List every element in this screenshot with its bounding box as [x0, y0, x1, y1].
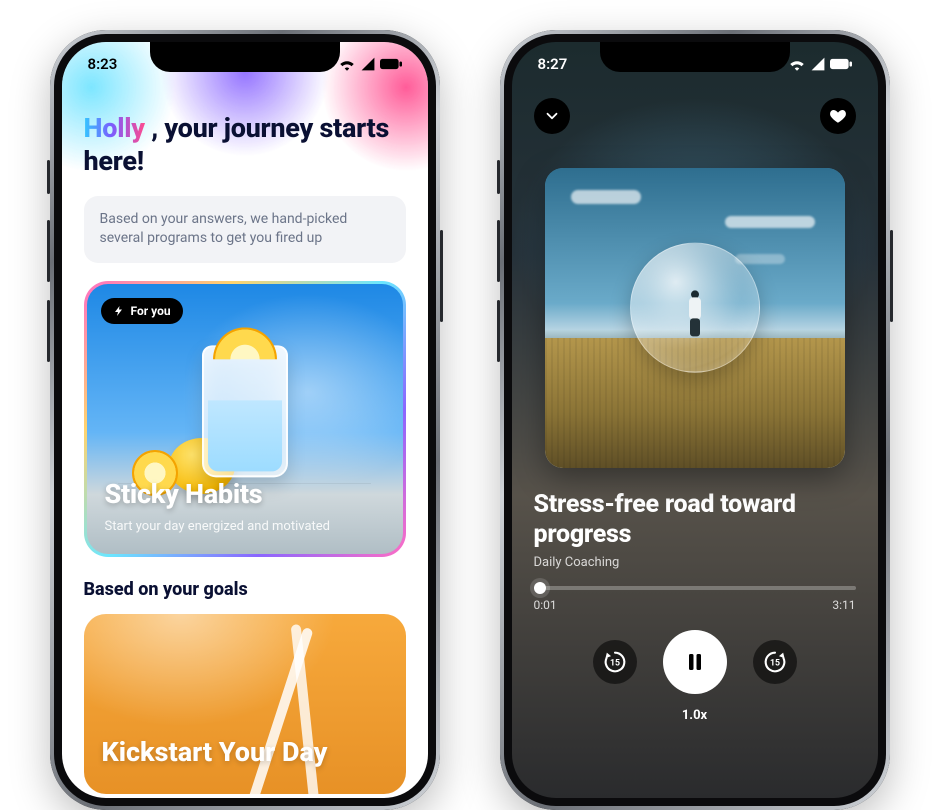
pause-icon — [683, 650, 707, 674]
progress-slider[interactable] — [534, 586, 856, 590]
rewind-icon: 15 — [601, 648, 629, 676]
progress-thumb[interactable] — [534, 582, 546, 594]
bolt-icon — [113, 305, 125, 317]
battery-icon — [830, 58, 852, 70]
pause-button[interactable] — [663, 630, 727, 694]
collapse-player-button[interactable] — [534, 98, 570, 134]
device-notch — [150, 42, 340, 72]
status-icons — [338, 57, 402, 71]
chevron-down-icon — [543, 107, 561, 125]
right-phone-mockup: 8:27 — [500, 30, 890, 810]
left-phone-mockup: 8:23 Holly , your journey starts here! B… — [50, 30, 440, 810]
elapsed-time: 0:01 — [534, 598, 557, 612]
status-time: 8:27 — [538, 55, 568, 73]
greeting-user-name: Holly — [84, 112, 145, 144]
playback-speed-button[interactable]: 1.0x — [534, 708, 856, 723]
track-artwork — [545, 168, 845, 468]
playback-speed-label: 1.0x — [682, 708, 707, 723]
glass-illustration — [202, 345, 288, 477]
status-icons — [788, 57, 852, 71]
goal-program-title: Kickstart Your Day — [102, 738, 328, 768]
featured-program-subtitle: Start your day energized and motivated — [105, 519, 331, 534]
greeting-headline: Holly , your journey starts here! — [84, 112, 406, 178]
total-time: 3:11 — [832, 598, 855, 612]
featured-program-card[interactable]: For you Sticky Habits Start your day ene… — [84, 281, 406, 557]
forward-15-button[interactable]: 15 — [753, 640, 797, 684]
wifi-icon — [788, 57, 806, 71]
track-subtitle: Daily Coaching — [534, 555, 856, 570]
forward-icon: 15 — [761, 648, 789, 676]
badge-label: For you — [131, 304, 171, 318]
signal-icon — [360, 57, 376, 71]
heart-icon — [829, 107, 847, 125]
battery-icon — [380, 58, 402, 70]
wifi-icon — [338, 57, 356, 71]
section-heading-goals: Based on your goals — [84, 579, 406, 600]
status-time: 8:23 — [88, 55, 118, 73]
signal-icon — [810, 57, 826, 71]
intro-message-text: Based on your answers, we hand-picked se… — [100, 211, 348, 247]
featured-program-title: Sticky Habits — [105, 478, 263, 510]
goal-program-card[interactable]: Kickstart Your Day — [84, 614, 406, 794]
device-notch — [600, 42, 790, 72]
intro-message-card: Based on your answers, we hand-picked se… — [84, 196, 406, 263]
for-you-badge: For you — [101, 298, 183, 324]
favorite-button[interactable] — [820, 98, 856, 134]
rewind-15-button[interactable]: 15 — [593, 640, 637, 684]
track-title: Stress-free road toward progress — [534, 490, 856, 549]
svg-text:15: 15 — [769, 659, 779, 669]
svg-text:15: 15 — [609, 659, 619, 669]
